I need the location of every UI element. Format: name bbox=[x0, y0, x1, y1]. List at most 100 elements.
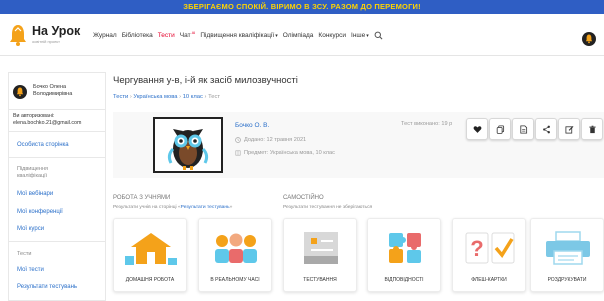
sidebar-item-profile[interactable]: Особиста сторінка bbox=[17, 142, 69, 148]
divider bbox=[9, 241, 105, 242]
breadcrumb-separator: › bbox=[129, 94, 132, 100]
section-label-line2: кваліфікації bbox=[17, 173, 47, 179]
main-nav: Журнал Бібліотека Тести ЧатAI Підвищення… bbox=[93, 29, 383, 41]
copy-button[interactable] bbox=[489, 118, 511, 140]
tile-label: ТЕСТУВАННЯ bbox=[303, 277, 337, 283]
test-completed-count: Тест виконано: 19 р bbox=[401, 121, 453, 127]
search-icon[interactable] bbox=[374, 31, 383, 40]
tile-label: ФЛЕШ-КАРТКИ bbox=[471, 277, 507, 283]
svg-text:?: ? bbox=[470, 236, 483, 261]
tile-label: В РЕАЛЬНОМУ ЧАСІ bbox=[210, 277, 260, 283]
announcement-banner: ЗБЕРІГАЄМО СПОКІЙ. ВІРИМО В ЗСУ. РАЗОМ Д… bbox=[0, 0, 604, 14]
auth-label: Ви авторизовані: bbox=[13, 113, 55, 119]
breadcrumb-separator: › bbox=[204, 94, 207, 100]
site-logo[interactable]: На Урок освітній проект bbox=[8, 23, 88, 47]
tile-testing[interactable]: ТЕСТУВАННЯ bbox=[283, 218, 357, 292]
auth-info: Ви авторизовані: elena.bochko.21@gmail.c… bbox=[13, 113, 105, 127]
tile-label: ДОМАШНЯ РОБОТА bbox=[125, 277, 175, 283]
trash-icon bbox=[588, 125, 596, 133]
section-title-self: САМОСТІЙНО bbox=[283, 195, 324, 201]
share-button[interactable] bbox=[535, 118, 557, 140]
chevron-down-icon: ▾ bbox=[366, 32, 369, 39]
heart-icon bbox=[473, 125, 481, 133]
tile-matching[interactable]: ВІДПОВІДНОСТІ bbox=[367, 218, 441, 292]
printer-icon bbox=[546, 231, 590, 265]
section-sub-students: Результати учнів на сторінці «Результати… bbox=[113, 205, 232, 210]
delete-button[interactable] bbox=[581, 118, 603, 140]
sidebar: Бочко Олена Володимирівна Ви авторизован… bbox=[8, 72, 106, 301]
test-subject-text: Предмет: Українська мова, 10 клас bbox=[244, 150, 335, 156]
user-name: Бочко Олена Володимирівна bbox=[33, 84, 72, 98]
nav-journal[interactable]: Журнал bbox=[93, 32, 117, 39]
sidebar-item-results[interactable]: Результати тестувань bbox=[17, 284, 77, 290]
breadcrumb: Тести › Українська мова › 10 клас › Тест bbox=[113, 94, 220, 100]
nav-other-label: Інше bbox=[351, 31, 366, 39]
favorite-button[interactable] bbox=[466, 118, 488, 140]
breadcrumb-current: Тест bbox=[208, 94, 221, 100]
share-icon bbox=[542, 125, 550, 133]
user-avatar-icon bbox=[13, 85, 27, 99]
test-actions bbox=[466, 118, 604, 144]
tile-label: РОЗДРУКУВАТИ bbox=[547, 277, 587, 283]
tile-homework[interactable]: ДОМАШНЯ РОБОТА bbox=[113, 218, 187, 292]
document-button[interactable] bbox=[512, 118, 534, 140]
section-label-line1: Підвищення bbox=[17, 166, 48, 172]
tile-realtime[interactable]: В РЕАЛЬНОМУ ЧАСІ bbox=[198, 218, 272, 292]
auth-email: elena.bochko.21@gmail.com bbox=[13, 120, 82, 126]
nav-qualification[interactable]: Підвищення кваліфікації▾ bbox=[200, 32, 277, 39]
nav-qualification-label: Підвищення кваліфікації bbox=[200, 31, 275, 39]
divider bbox=[9, 131, 105, 132]
nav-olympiad[interactable]: Олімпіада bbox=[283, 32, 314, 39]
sidebar-item-courses[interactable]: Мої курси bbox=[17, 226, 44, 232]
site-header: На Урок освітній проект Журнал Бібліотек… bbox=[0, 14, 604, 56]
nav-chat-label: Чат bbox=[179, 32, 191, 40]
breadcrumb-separator: › bbox=[179, 94, 182, 100]
copy-icon bbox=[496, 124, 504, 134]
nav-other[interactable]: Інше▾ bbox=[351, 32, 369, 39]
clock-icon bbox=[235, 137, 241, 143]
breadcrumb-subject[interactable]: Українська мова bbox=[133, 94, 177, 100]
test-subject: Предмет: Українська мова, 10 клас bbox=[235, 150, 335, 156]
section-sub-self: Результати тестування не зберігаються bbox=[283, 205, 373, 210]
tile-print[interactable]: РОЗДРУКУВАТИ bbox=[530, 218, 604, 292]
divider bbox=[9, 157, 105, 158]
group-icon bbox=[215, 233, 257, 263]
logo-name: На Урок bbox=[32, 24, 81, 38]
logo-tagline: освітній проект bbox=[32, 39, 60, 44]
tile-label: ВІДПОВІДНОСТІ bbox=[384, 277, 424, 283]
section-sub-suffix: » bbox=[229, 205, 233, 210]
bell-logo-icon bbox=[10, 25, 26, 46]
test-thumbnail bbox=[153, 117, 223, 173]
flashcard-icon: ? bbox=[465, 232, 515, 264]
sidebar-item-webinars[interactable]: Мої вебінари bbox=[17, 191, 53, 197]
chevron-down-icon: ▾ bbox=[275, 32, 278, 39]
book-icon bbox=[235, 150, 241, 156]
test-added: Додано: 12 травня 2021 bbox=[235, 137, 306, 143]
test-icon bbox=[304, 232, 338, 264]
banner-text: ЗБЕРІГАЄМО СПОКІЙ. ВІРИМО В ЗСУ. РАЗОМ Д… bbox=[183, 2, 421, 11]
document-icon bbox=[519, 124, 527, 134]
sidebar-section-qualification: Підвищення кваліфікації bbox=[17, 166, 48, 180]
sidebar-user[interactable]: Бочко Олена Володимирівна bbox=[13, 83, 103, 105]
user-name-line2: Володимирівна bbox=[33, 91, 73, 97]
breadcrumb-grade[interactable]: 10 клас bbox=[183, 94, 203, 100]
nav-contests[interactable]: Конкурси bbox=[318, 32, 346, 39]
user-avatar-icon[interactable] bbox=[582, 32, 596, 46]
sidebar-item-conferences[interactable]: Мої конференції bbox=[17, 209, 63, 215]
sidebar-section-tests: Тести bbox=[17, 251, 32, 257]
house-icon bbox=[125, 233, 177, 265]
edit-button[interactable] bbox=[558, 118, 580, 140]
sidebar-item-my-tests[interactable]: Мої тести bbox=[17, 267, 44, 273]
breadcrumb-tests[interactable]: Тести bbox=[113, 94, 128, 100]
nav-library[interactable]: Бібліотека bbox=[122, 32, 153, 39]
edit-icon bbox=[564, 125, 573, 134]
section-sub-prefix: Результати учнів на сторінці « bbox=[113, 205, 181, 210]
nav-chat[interactable]: ЧатAI bbox=[180, 30, 196, 39]
tile-flashcards[interactable]: ? ФЛЕШ-КАРТКИ bbox=[452, 218, 526, 292]
nav-tests[interactable]: Тести bbox=[158, 32, 175, 39]
owl-icon bbox=[155, 119, 221, 171]
results-link[interactable]: Результати тестувань bbox=[181, 205, 230, 210]
nav-chat-badge: AI bbox=[191, 30, 196, 36]
test-author-link[interactable]: Бочко О. В. bbox=[235, 122, 269, 129]
test-added-text: Додано: 12 травня 2021 bbox=[244, 137, 307, 143]
